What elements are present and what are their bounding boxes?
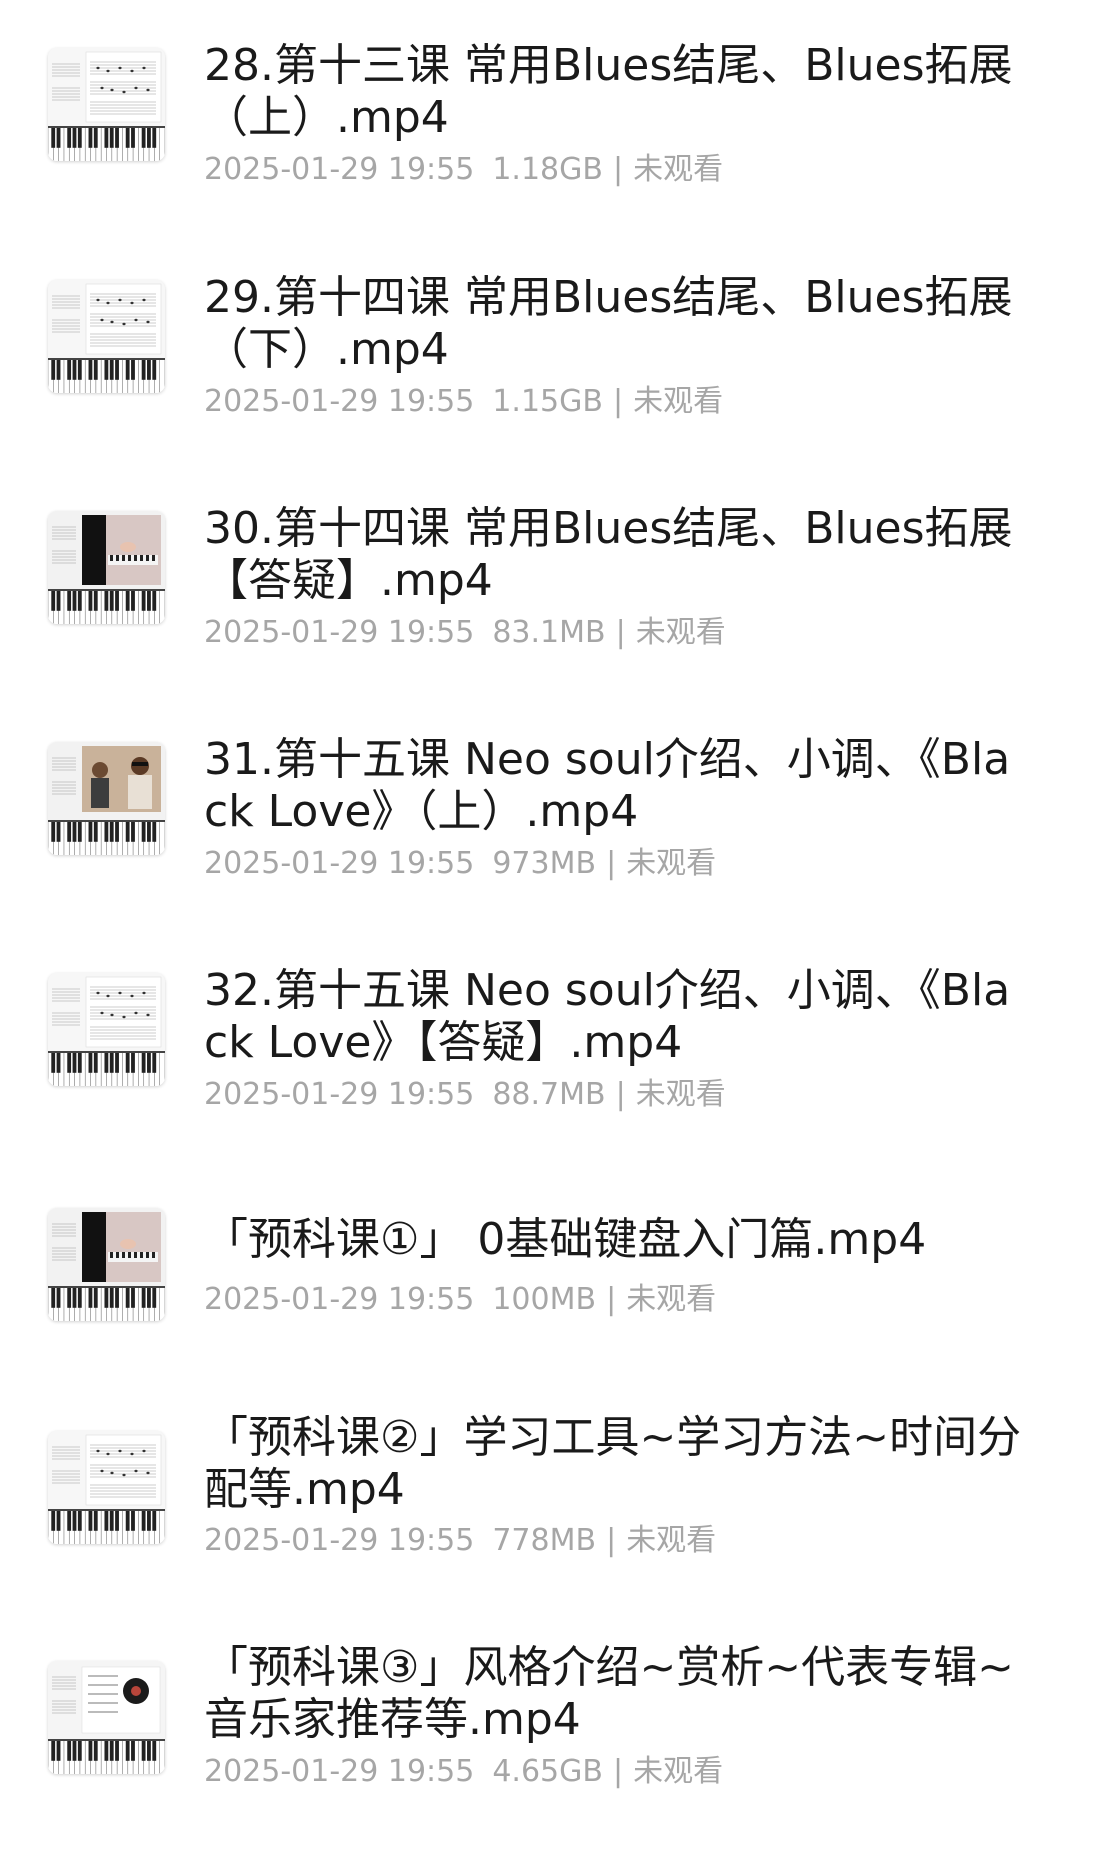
watch-status: 未观看 bbox=[633, 384, 724, 419]
file-date: 2025-01-29 19:55 bbox=[204, 1077, 475, 1112]
file-size: 4.65GB bbox=[492, 1754, 603, 1789]
file-title: 30.第十四课 常用Blues结尾、Blues拓展【答疑】.mp4 bbox=[204, 503, 1013, 606]
thumbnail-image bbox=[48, 1208, 165, 1321]
watch-status: 未观看 bbox=[626, 1282, 717, 1317]
meta-separator: | bbox=[612, 1754, 624, 1789]
file-size: 1.18GB bbox=[492, 152, 603, 187]
file-title: 32.第十五课 Neo soul介绍、小调、《Black Love》【答疑】.m… bbox=[204, 965, 1011, 1068]
file-title: 「预科课③」风格介绍~赏析~代表专辑~音乐家推荐等.mp4 bbox=[204, 1642, 1015, 1745]
video-thumbnail[interactable] bbox=[48, 1431, 165, 1544]
file-meta: 2025-01-29 19:55 1.18GB | 未观看 bbox=[204, 152, 723, 188]
file-meta: 2025-01-29 19:55 778MB | 未观看 bbox=[204, 1523, 716, 1559]
list-item[interactable]: 32.第十五课 Neo soul介绍、小调、《Black Love》【答疑】.m… bbox=[0, 925, 1105, 1157]
thumbnail-image bbox=[48, 973, 165, 1086]
file-meta: 2025-01-29 19:55 973MB | 未观看 bbox=[204, 846, 716, 882]
file-meta: 2025-01-29 19:55 100MB | 未观看 bbox=[204, 1282, 716, 1318]
file-date: 2025-01-29 19:55 bbox=[204, 846, 475, 881]
list-item[interactable]: 「预科课③」风格介绍~赏析~代表专辑~音乐家推荐等.mp4 2025-01-29… bbox=[0, 1618, 1105, 1850]
video-thumbnail[interactable] bbox=[48, 511, 165, 624]
file-meta: 2025-01-29 19:55 88.7MB | 未观看 bbox=[204, 1077, 726, 1113]
file-size: 100MB bbox=[492, 1282, 597, 1317]
list-item[interactable]: 「预科课②」学习工具~学习方法~时间分配等.mp4 2025-01-29 19:… bbox=[0, 1387, 1105, 1619]
video-thumbnail[interactable] bbox=[48, 1208, 165, 1321]
list-item[interactable]: 「预科课①」 0基础键盘入门篇.mp4 2025-01-29 19:55 100M… bbox=[0, 1156, 1105, 1388]
video-thumbnail[interactable] bbox=[48, 1661, 165, 1774]
video-thumbnail[interactable] bbox=[48, 742, 165, 855]
file-meta: 2025-01-29 19:55 83.1MB | 未观看 bbox=[204, 615, 726, 651]
video-thumbnail[interactable] bbox=[48, 280, 165, 393]
meta-separator: | bbox=[615, 615, 626, 650]
thumbnail-image bbox=[48, 1431, 165, 1544]
file-meta: 2025-01-29 19:55 1.15GB | 未观看 bbox=[204, 384, 723, 420]
watch-status: 未观看 bbox=[635, 1077, 726, 1112]
file-date: 2025-01-29 19:55 bbox=[204, 615, 475, 650]
watch-status: 未观看 bbox=[626, 1523, 717, 1558]
meta-separator: | bbox=[612, 152, 624, 187]
file-size: 778MB bbox=[492, 1523, 597, 1558]
thumbnail-image bbox=[48, 280, 165, 393]
watch-status: 未观看 bbox=[633, 152, 724, 187]
meta-separator: | bbox=[606, 1523, 617, 1558]
thumbnail-image bbox=[48, 742, 165, 855]
thumbnail-image bbox=[48, 48, 165, 161]
thumbnail-image bbox=[48, 1661, 165, 1774]
file-size: 88.7MB bbox=[492, 1077, 606, 1112]
file-title: 28.第十三课 常用Blues结尾、Blues拓展（上）.mp4 bbox=[204, 40, 1013, 143]
file-size: 83.1MB bbox=[492, 615, 606, 650]
list-item[interactable]: 30.第十四课 常用Blues结尾、Blues拓展【答疑】.mp4 2025-0… bbox=[0, 463, 1105, 695]
file-size: 973MB bbox=[492, 846, 597, 881]
thumbnail-image bbox=[48, 511, 165, 624]
list-item[interactable]: 28.第十三课 常用Blues结尾、Blues拓展（上）.mp4 2025-01… bbox=[0, 0, 1105, 232]
file-date: 2025-01-29 19:55 bbox=[204, 1754, 475, 1789]
file-date: 2025-01-29 19:55 bbox=[204, 152, 475, 187]
meta-separator: | bbox=[612, 384, 624, 419]
meta-separator: | bbox=[606, 1282, 617, 1317]
file-title: 「预科课①」 0基础键盘入门篇.mp4 bbox=[204, 1214, 927, 1265]
list-item[interactable]: 29.第十四课 常用Blues结尾、Blues拓展（下）.mp4 2025-01… bbox=[0, 232, 1105, 464]
video-thumbnail[interactable] bbox=[48, 973, 165, 1086]
video-thumbnail[interactable] bbox=[48, 48, 165, 161]
watch-status: 未观看 bbox=[635, 615, 726, 650]
list-item[interactable]: 31.第十五课 Neo soul介绍、小调、《Black Love》（上）.mp… bbox=[0, 694, 1105, 926]
file-title: 「预科课②」学习工具~学习方法~时间分配等.mp4 bbox=[204, 1412, 1022, 1515]
file-date: 2025-01-29 19:55 bbox=[204, 384, 475, 419]
meta-separator: | bbox=[606, 846, 617, 881]
file-meta: 2025-01-29 19:55 4.65GB | 未观看 bbox=[204, 1754, 723, 1790]
meta-separator: | bbox=[615, 1077, 626, 1112]
file-date: 2025-01-29 19:55 bbox=[204, 1282, 475, 1317]
file-list: 28.第十三课 常用Blues结尾、Blues拓展（上）.mp4 2025-01… bbox=[0, 0, 1105, 1868]
file-title: 29.第十四课 常用Blues结尾、Blues拓展（下）.mp4 bbox=[204, 272, 1013, 375]
file-date: 2025-01-29 19:55 bbox=[204, 1523, 475, 1558]
file-size: 1.15GB bbox=[492, 384, 603, 419]
file-title: 31.第十五课 Neo soul介绍、小调、《Black Love》（上）.mp… bbox=[204, 734, 1011, 837]
watch-status: 未观看 bbox=[626, 846, 717, 881]
watch-status: 未观看 bbox=[633, 1754, 724, 1789]
